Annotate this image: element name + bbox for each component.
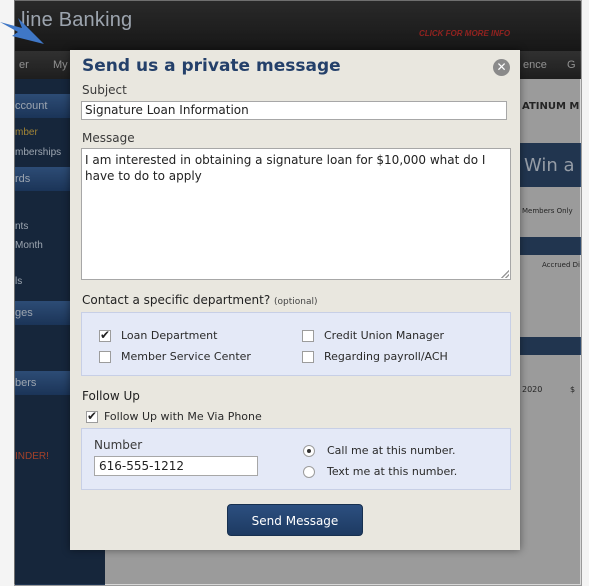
- subject-input[interactable]: Signature Loan Information: [81, 101, 507, 120]
- dialog-title: Send us a private message: [82, 56, 341, 76]
- checkbox-checked[interactable]: [86, 409, 98, 423]
- checkbox[interactable]: [302, 329, 314, 342]
- checkbox-label: Member Service Center: [121, 350, 251, 363]
- followup-heading: Follow Up: [82, 389, 140, 403]
- phone-number-input[interactable]: 616-555-1212: [94, 456, 258, 476]
- optional-note: (optional): [274, 297, 318, 307]
- dept-loan-checkbox[interactable]: Loan Department: [99, 328, 218, 342]
- radio-label: Call me at this number.: [327, 444, 456, 457]
- pointer-arrow-icon: [0, 18, 44, 44]
- close-icon[interactable]: ✕: [493, 59, 510, 76]
- private-message-dialog: Send us a private message ✕ Subject Sign…: [70, 50, 520, 550]
- dept-member-service-checkbox[interactable]: Member Service Center: [99, 350, 251, 363]
- message-label: Message: [82, 131, 135, 145]
- dept-manager-checkbox[interactable]: Credit Union Manager: [302, 329, 444, 342]
- checkbox-checked[interactable]: [99, 328, 111, 342]
- radio-selected[interactable]: [303, 444, 315, 457]
- checkbox-label: Follow Up with Me Via Phone: [104, 410, 262, 423]
- call-radio[interactable]: Call me at this number.: [303, 444, 456, 457]
- followup-phone-checkbox[interactable]: Follow Up with Me Via Phone: [86, 409, 262, 423]
- number-label: Number: [94, 438, 143, 452]
- text-radio[interactable]: Text me at this number.: [303, 465, 457, 478]
- message-text: I am interested in obtaining a signature…: [85, 153, 486, 183]
- checkbox-label: Regarding payroll/ACH: [324, 350, 448, 363]
- send-message-button[interactable]: Send Message: [227, 504, 363, 536]
- radio-label: Text me at this number.: [327, 465, 458, 478]
- subject-label: Subject: [82, 83, 127, 97]
- department-panel: Loan Department Credit Union Manager Mem…: [81, 312, 511, 376]
- message-textarea[interactable]: I am interested in obtaining a signature…: [81, 148, 511, 280]
- dept-payroll-checkbox[interactable]: Regarding payroll/ACH: [302, 350, 448, 363]
- department-heading: Contact a specific department? (optional…: [82, 293, 318, 307]
- checkbox-label: Loan Department: [121, 329, 218, 342]
- resize-handle[interactable]: [501, 270, 509, 278]
- radio[interactable]: [303, 465, 315, 478]
- checkbox[interactable]: [302, 350, 314, 363]
- department-heading-text: Contact a specific department?: [82, 293, 271, 307]
- checkbox-label: Credit Union Manager: [324, 329, 445, 342]
- checkbox[interactable]: [99, 350, 111, 363]
